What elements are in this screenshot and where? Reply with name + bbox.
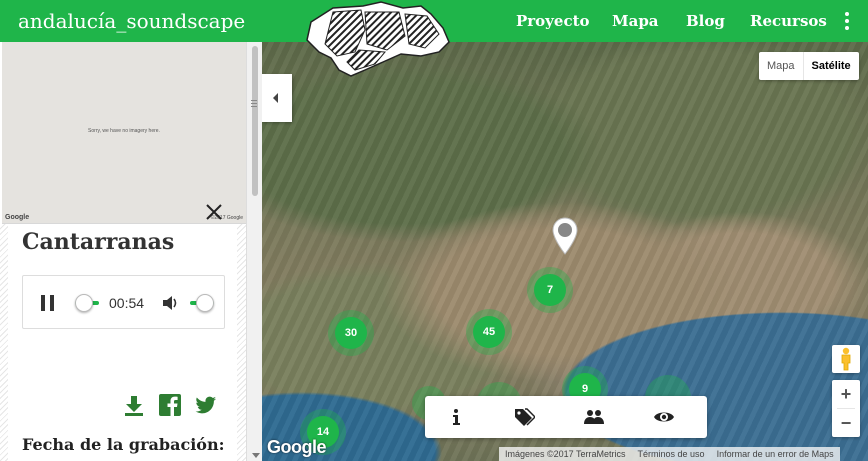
panel-splitter[interactable] <box>246 42 262 461</box>
nav-blog[interactable]: Blog <box>686 12 725 30</box>
imagery-copyright: Imágenes ©2017 TerraMetrics <box>505 449 626 459</box>
brand-title[interactable]: andalucía_soundscape <box>18 9 245 33</box>
street-view-google-logo: Google <box>5 214 30 221</box>
volume-knob[interactable] <box>196 294 214 312</box>
map-type-mapa[interactable]: Mapa <box>759 52 803 80</box>
nav-proyecto[interactable]: Proyecto <box>516 12 590 30</box>
chevron-left-icon <box>273 93 278 103</box>
map-toolbar <box>425 396 707 438</box>
download-icon[interactable] <box>123 394 145 416</box>
pause-icon[interactable] <box>41 295 55 311</box>
cluster-count: 45 <box>473 316 505 348</box>
satellite-map[interactable]: Mapa Satélite 30 45 7 9 14 + − Google Im… <box>262 42 868 461</box>
scrollbar-thumb[interactable] <box>252 46 258 196</box>
street-view[interactable]: Sorry, we have no imagery here. Google ©… <box>2 42 246 224</box>
zoom-out-button[interactable]: − <box>832 409 860 437</box>
map-attribution: Imágenes ©2017 TerraMetrics Términos de … <box>499 447 840 461</box>
recording-title: Cantarranas <box>22 229 175 255</box>
cluster-count: 30 <box>335 317 367 349</box>
volume-slider[interactable] <box>190 293 214 313</box>
audio-player: 00:54 <box>22 275 225 329</box>
scroll-down-arrow-icon[interactable] <box>252 453 260 458</box>
volume-icon[interactable] <box>161 294 179 312</box>
no-imagery-text: Sorry, we have no imagery here. <box>88 128 160 134</box>
nav-mapa[interactable]: Mapa <box>612 12 659 30</box>
map-pin-icon[interactable] <box>551 217 579 255</box>
street-view-pegman-icon[interactable] <box>832 345 860 373</box>
google-logo[interactable]: Google <box>267 437 327 458</box>
twitter-icon[interactable] <box>195 394 217 416</box>
zoom-control: + − <box>832 380 860 437</box>
collapse-panel-button[interactable] <box>262 74 292 122</box>
map-type-control: Mapa Satélite <box>759 52 859 80</box>
hatch-border-right <box>237 224 246 461</box>
andalucia-map-logo[interactable] <box>303 0 453 78</box>
facebook-icon[interactable] <box>159 394 181 416</box>
cluster-count: 7 <box>534 274 566 306</box>
splitter-grip-icon[interactable] <box>251 100 257 110</box>
eye-icon[interactable] <box>653 406 675 428</box>
zoom-in-button[interactable]: + <box>832 380 860 408</box>
users-icon[interactable] <box>583 406 605 428</box>
hatch-border-left <box>0 224 8 461</box>
marker-cluster[interactable]: 45 <box>466 309 512 355</box>
app-header: andalucía_soundscape Proyecto Mapa Blog … <box>0 0 868 77</box>
recording-date-label: Fecha de la grabación: <box>22 435 225 454</box>
tags-icon[interactable] <box>513 406 537 428</box>
marker-cluster[interactable]: 30 <box>328 310 374 356</box>
seek-slider[interactable] <box>75 293 99 313</box>
info-icon[interactable] <box>445 406 467 428</box>
seek-knob[interactable] <box>75 294 94 312</box>
report-error-link[interactable]: Informar de un error de Maps <box>711 447 840 461</box>
nav-recursos[interactable]: Recursos <box>750 12 827 30</box>
marker-cluster[interactable]: 7 <box>527 267 573 313</box>
map-type-satelite[interactable]: Satélite <box>802 52 859 80</box>
more-vert-icon[interactable] <box>842 12 852 32</box>
playback-time: 00:54 <box>109 295 145 311</box>
close-icon[interactable] <box>205 203 223 221</box>
terms-link[interactable]: Términos de uso <box>632 447 711 461</box>
